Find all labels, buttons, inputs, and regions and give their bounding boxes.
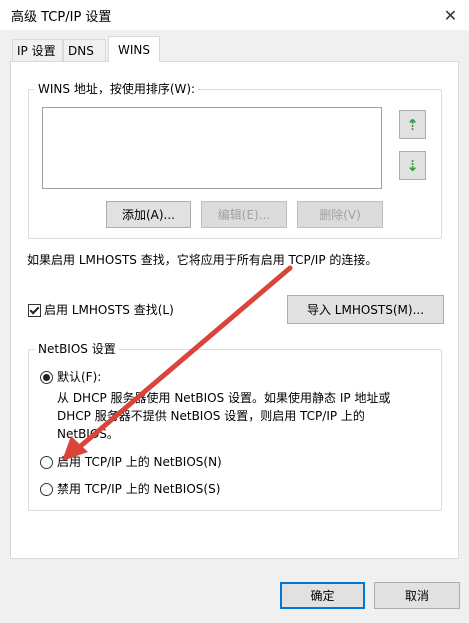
move-down-button[interactable]: ⇣ xyxy=(399,151,426,180)
lmhosts-checkbox[interactable] xyxy=(28,304,41,317)
description-line-2: DHCP 服务器不提供 NetBIOS 设置，则启用 TCP/IP 上的 xyxy=(57,409,365,423)
tab-dns[interactable]: DNS xyxy=(63,39,106,61)
edit-button[interactable]: 编辑(E)... xyxy=(201,201,287,228)
netbios-disable-label[interactable]: 禁用 TCP/IP 上的 NetBIOS(S) xyxy=(57,481,220,497)
cancel-button[interactable]: 取消 xyxy=(374,582,460,609)
tab-ip-settings[interactable]: IP 设置 xyxy=(12,39,63,61)
netbios-default-label[interactable]: 默认(F): xyxy=(57,369,101,385)
add-button[interactable]: 添加(A)... xyxy=(106,201,191,228)
description-line-1: 从 DHCP 服务器使用 NetBIOS 设置。如果使用静态 IP 地址或 xyxy=(57,391,391,405)
lmhosts-checkbox-label[interactable]: 启用 LMHOSTS 查找(L) xyxy=(44,302,174,318)
wins-address-list[interactable] xyxy=(42,107,382,189)
description-line-3: NetBIOS。 xyxy=(57,427,119,441)
arrow-up-icon: ⇡ xyxy=(406,115,419,134)
wins-tab-panel: WINS 地址，按使用排序(W): ⇡ ⇣ 添加(A)... 编辑(E)... … xyxy=(10,61,459,559)
netbios-disable-radio[interactable] xyxy=(40,483,53,496)
close-icon[interactable]: ✕ xyxy=(432,0,469,30)
tab-wins[interactable]: WINS xyxy=(108,36,160,62)
netbios-enable-radio[interactable] xyxy=(40,456,53,469)
checkmark-icon xyxy=(29,304,40,315)
netbios-group-label: NetBIOS 设置 xyxy=(35,342,119,356)
remove-button[interactable]: 删除(V) xyxy=(297,201,383,228)
wins-group-label: WINS 地址，按使用排序(W): xyxy=(35,82,199,96)
radio-selected-dot xyxy=(43,374,50,381)
ok-button[interactable]: 确定 xyxy=(280,582,365,609)
title-bar: 高级 TCP/IP 设置 ✕ xyxy=(0,0,469,30)
netbios-default-radio[interactable] xyxy=(40,371,53,384)
lmhosts-info-text: 如果启用 LMHOSTS 查找，它将应用于所有启用 TCP/IP 的连接。 xyxy=(27,253,378,267)
import-lmhosts-button[interactable]: 导入 LMHOSTS(M)... xyxy=(287,295,444,324)
arrow-down-icon: ⇣ xyxy=(406,156,419,175)
netbios-enable-label[interactable]: 启用 TCP/IP 上的 NetBIOS(N) xyxy=(57,454,222,470)
netbios-default-description: 从 DHCP 服务器使用 NetBIOS 设置。如果使用静态 IP 地址或 DH… xyxy=(57,389,437,443)
window-title: 高级 TCP/IP 设置 xyxy=(11,10,112,25)
move-up-button[interactable]: ⇡ xyxy=(399,110,426,139)
